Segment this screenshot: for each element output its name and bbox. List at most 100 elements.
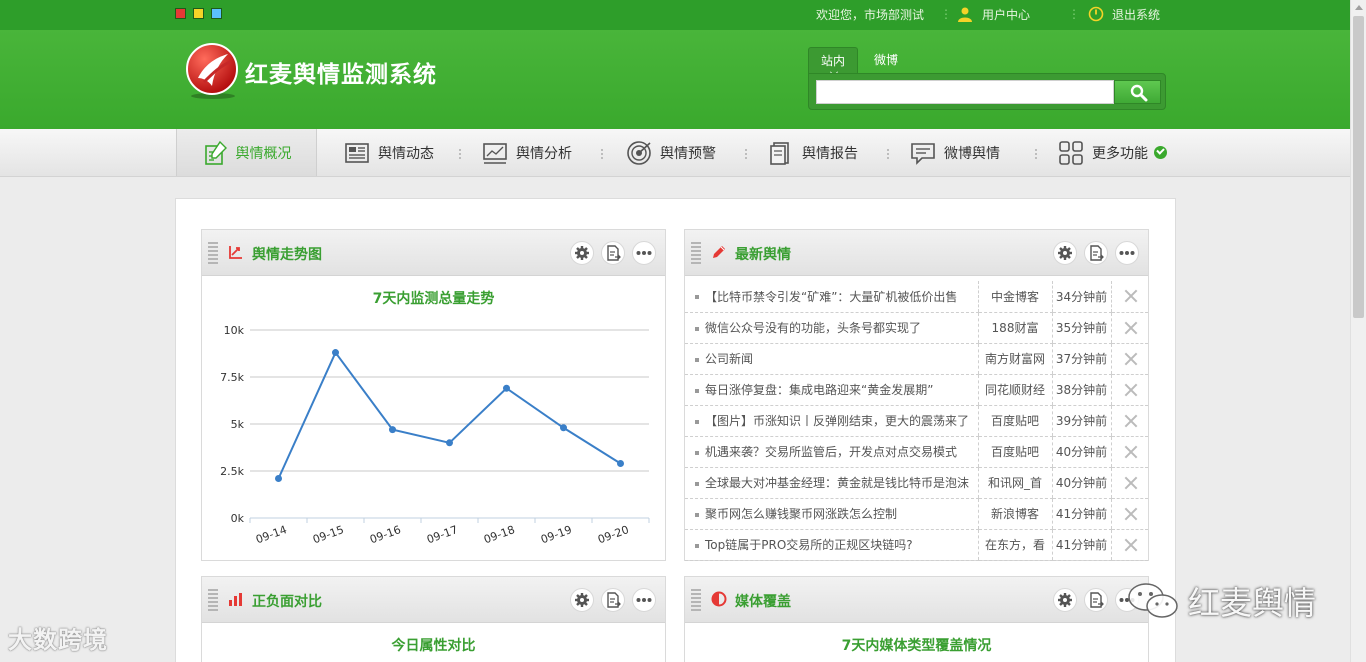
search-tab-site[interactable]: 站内 [808,47,858,76]
news-title[interactable]: 全球最大对冲基金经理：黄金就是钱比特币是泡沫 [685,467,978,499]
x-tick-label: 09-19 [539,523,573,546]
search-tab-weibo[interactable]: 微博 [866,47,906,75]
news-title[interactable]: 公司新闻 [685,343,978,375]
news-title[interactable]: 【比特币禁令引发“矿难”：大量矿机被低价出售 [685,281,978,313]
nav-item-overview[interactable]: 舆情概况 [176,129,317,176]
nav-item-warning[interactable]: 舆情预警 [626,129,716,176]
news-title[interactable]: 聚币网怎么赚钱聚币网涨跌怎么控制 [685,498,978,530]
news-remove-button[interactable] [1110,467,1148,499]
news-row[interactable]: 聚币网怎么赚钱聚币网涨跌怎么控制 新浪博客 41分钟前 [685,498,1148,530]
news-remove-button[interactable] [1110,312,1148,344]
data-point [560,424,567,432]
settings-button[interactable] [570,588,594,612]
data-point [446,439,453,447]
nav-item-dynamics[interactable]: 舆情动态 [344,129,434,176]
news-row[interactable]: 每日涨停复盘：集成电路迎来“黄金发展期” 同花顺财经 38分钟前 [685,374,1148,406]
news-title[interactable]: 每日涨停复盘：集成电路迎来“黄金发展期” [685,374,978,406]
news-row[interactable]: 【图片】币涨知识丨反弹刚结束，更大的震荡来了 百度贴吧 39分钟前 [685,405,1148,437]
news-title[interactable]: 【图片】币涨知识丨反弹刚结束，更大的震荡来了 [685,405,978,437]
news-row[interactable]: 机遇来袭？交易所监管后，开发点对点交易模式 百度贴吧 40分钟前 [685,436,1148,468]
chart-subtitle: 7天内媒体类型覆盖情况 [841,638,992,654]
window-color-blue-icon[interactable] [211,8,222,19]
drag-handle[interactable] [208,589,218,611]
scroll-thumb[interactable] [1353,16,1364,318]
news-row[interactable]: Top链属于PRO交易所的正规区块链吗? 在东方，看 41分钟前 [685,529,1148,561]
news-remove-button[interactable] [1110,374,1148,406]
user-icon [958,7,972,22]
more-options-button[interactable] [1115,241,1139,265]
report-icon [770,141,789,165]
drag-handle[interactable] [691,589,701,611]
drag-handle[interactable] [208,242,218,264]
drag-handle[interactable] [691,242,701,264]
news-title[interactable]: 微信公众号没有的功能，头条号都实现了 [685,312,978,344]
x-tick-label: 09-20 [596,523,630,546]
nav-separator [459,149,461,159]
news-title[interactable]: Top链属于PRO交易所的正规区块链吗? [685,529,978,561]
nav-separator [745,149,747,159]
nav-item-label: 舆情分析 [516,145,572,162]
export-button[interactable] [1084,241,1108,265]
news-title[interactable]: 机遇来袭？交易所监管后，开发点对点交易模式 [685,436,978,468]
welcome-text: 欢迎您，市场部测试 [816,8,925,22]
series-line [277,350,622,479]
bar-chart-icon [229,593,242,606]
latest-news-panel: 最新舆情 【比特币禁令引发“矿难”：大量矿机被低价出售 中金博客 34分钟前 微… [684,229,1149,561]
export-button[interactable] [601,241,625,265]
news-row[interactable]: 微信公众号没有的功能，头条号都实现了 188财富 35分钟前 [685,312,1148,344]
news-time: 40分钟前 [1051,436,1111,468]
export-button[interactable] [601,588,625,612]
data-point [503,384,510,392]
news-source: 新浪博客 [977,498,1052,530]
more-options-button[interactable] [632,588,656,612]
close-icon [1124,476,1138,490]
more-options-button[interactable] [632,241,656,265]
panel-header: 最新舆情 [685,230,1148,276]
close-icon [1124,289,1138,303]
nav-item-report[interactable]: 舆情报告 [768,129,858,176]
nav-item-more[interactable]: 更多功能 [1058,129,1167,176]
close-icon [1124,507,1138,521]
wechat-logo-icon [1128,583,1178,618]
gear-icon [575,593,589,607]
news-remove-button[interactable] [1110,343,1148,375]
news-row[interactable]: 公司新闻 南方财富网 37分钟前 [685,343,1148,375]
news-remove-button[interactable] [1110,436,1148,468]
x-tick-label: 09-14 [254,523,288,546]
nav-item-label: 微博舆情 [944,145,1000,162]
export-button[interactable] [1084,588,1108,612]
nav-item-weibo[interactable]: 微博舆情 [910,129,1000,176]
export-doc-icon [607,245,621,261]
settings-button[interactable] [570,241,594,265]
scroll-up-arrow-icon[interactable] [1355,5,1363,10]
window-color-red-icon[interactable] [175,8,186,19]
page-scrollbar[interactable] [1350,0,1366,662]
more-dots-icon [1119,251,1135,255]
news-remove-button[interactable] [1110,498,1148,530]
news-remove-button[interactable] [1110,529,1148,561]
gear-icon [1058,246,1072,260]
news-remove-button[interactable] [1110,405,1148,437]
logout-link[interactable]: 退出系统 [1112,7,1160,23]
top-separator: ⋮ [940,7,952,21]
nav-item-label: 更多功能 [1092,145,1148,162]
close-icon [1124,414,1138,428]
news-row[interactable]: 全球最大对冲基金经理：黄金就是钱比特币是泡沫 和讯网_首 40分钟前 [685,467,1148,499]
news-time: 41分钟前 [1051,529,1111,561]
panel-title: 最新舆情 [735,247,791,263]
search-input[interactable] [816,80,1114,104]
news-time: 40分钟前 [1051,467,1111,499]
settings-button[interactable] [1053,588,1077,612]
news-source: 在东方，看 [977,529,1052,561]
news-row[interactable]: 【比特币禁令引发“矿难”：大量矿机被低价出售 中金博客 34分钟前 [685,281,1148,313]
user-center-link[interactable]: 用户中心 [982,7,1030,23]
search-button[interactable] [1114,80,1161,104]
close-icon [1124,321,1138,335]
y-tick-label: 0k [231,512,245,525]
window-color-yellow-icon[interactable] [193,8,204,19]
news-remove-button[interactable] [1110,281,1148,313]
x-tick-label: 09-18 [482,523,516,546]
settings-button[interactable] [1053,241,1077,265]
nav-item-analysis[interactable]: 舆情分析 [482,129,572,176]
news-icon [345,142,369,163]
